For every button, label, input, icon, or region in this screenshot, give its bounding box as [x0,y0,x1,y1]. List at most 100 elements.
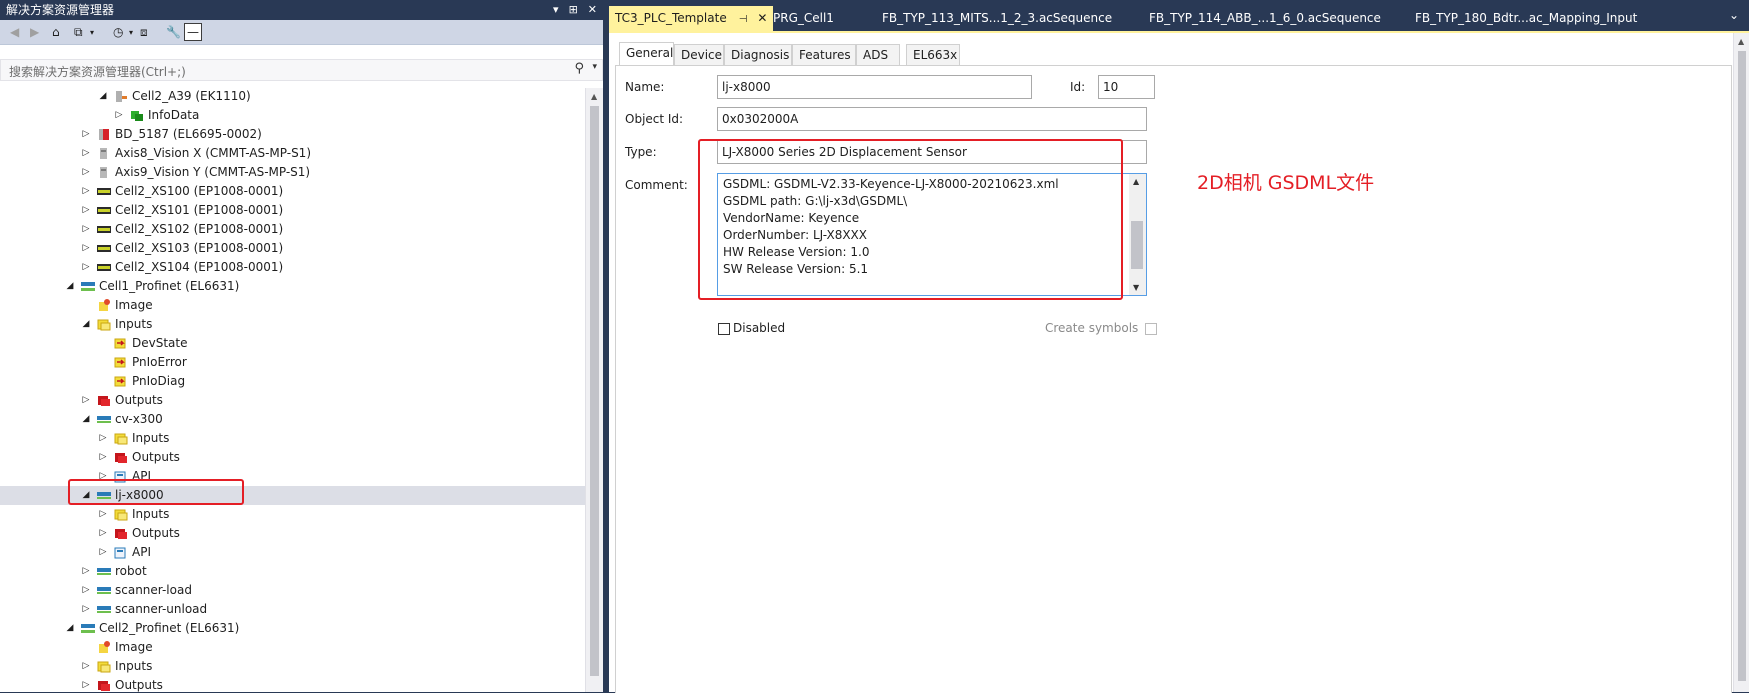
tree-item[interactable]: ▷ Inputs [0,505,585,524]
tree-item[interactable]: ▷ Inputs [0,429,585,448]
expand-arrow-icon[interactable]: ▷ [80,201,92,220]
close-icon[interactable]: ✕ [588,0,597,20]
tab-overflow-icon[interactable]: ⌄ [1729,8,1739,22]
tree-item[interactable]: ▷ Cell2_XS100 (EP1008-0001) [0,182,585,201]
tab-features[interactable]: Features [792,44,856,65]
editor-scrollbar[interactable]: ▲ [1733,33,1749,692]
tree-item[interactable]: ▷ Axis8_Vision X (CMMT-AS-MP-S1) [0,144,585,163]
chevron-down-icon[interactable]: ▾ [90,23,94,41]
expand-arrow-icon[interactable]: ▷ [80,657,92,676]
tree-item[interactable]: ▷ InfoData [0,106,585,125]
expand-arrow-icon[interactable]: ▷ [97,429,109,448]
scrollbar-thumb[interactable] [590,106,599,676]
collapse-arrow-icon[interactable]: ◢ [80,410,92,429]
collapse-arrow-icon[interactable]: ◢ [80,315,92,334]
tab-fb-typ-114[interactable]: FB_TYP_114_ABB_...1_6_0.acSequence [1149,6,1381,31]
scroll-up-icon[interactable]: ▲ [591,92,597,101]
tree-item[interactable]: ◢ Cell2_A39 (EK1110) [0,88,585,106]
forward-icon[interactable]: ▶ [30,23,39,41]
tree-item[interactable]: ▷ BD_5187 (EL6695-0002) [0,125,585,144]
tree-item[interactable]: ▷ Inputs [0,657,585,676]
id-field[interactable]: 10 [1098,75,1155,99]
tree-item[interactable]: ◢ Cell1_Profinet (EL6631) [0,277,585,296]
collapse-all-icon[interactable]: ⧈ [140,23,148,41]
object-id-field[interactable]: 0x0302000A [717,107,1147,131]
tree-item[interactable]: ▷ Axis9_Vision Y (CMMT-AS-MP-S1) [0,163,585,182]
tab-prg-cell1[interactable]: PRG_Cell1 [773,6,834,31]
scroll-down-icon[interactable]: ▼ [1133,283,1139,292]
tree-item[interactable]: ▷ Outputs [0,676,585,692]
tree-item[interactable]: ◢ cv-x300 [0,410,585,429]
tree-item[interactable]: ▷ scanner-load [0,581,585,600]
expand-arrow-icon[interactable]: ▷ [80,391,92,410]
chevron-down-icon[interactable]: ▾ [129,23,133,41]
tree-item[interactable]: ▷ Cell2_XS104 (EP1008-0001) [0,258,585,277]
tree-item[interactable]: ▷ robot [0,562,585,581]
tree-item[interactable]: ▷ Outputs [0,524,585,543]
tree-item[interactable]: ▷ API [0,543,585,562]
expand-arrow-icon[interactable]: ▷ [80,239,92,258]
properties-icon[interactable]: 🔧 [166,23,181,41]
chevron-down-icon[interactable]: ▾ [592,62,597,72]
tree-item[interactable]: DevState [0,334,585,353]
expand-arrow-icon[interactable]: ▷ [80,144,92,163]
tab-tc3-plc-template[interactable]: TC3_PLC_Template ⊣ ✕ [609,6,774,31]
tree-item[interactable]: ▷ Outputs [0,391,585,410]
create-symbols-checkbox[interactable] [1145,323,1157,335]
tree-item[interactable]: ▷ Outputs [0,448,585,467]
tab-device[interactable]: Device [674,44,724,65]
expand-arrow-icon[interactable]: ▷ [80,220,92,239]
expand-arrow-icon[interactable]: ▷ [97,505,109,524]
expand-arrow-icon[interactable]: ▷ [80,163,92,182]
pin-icon[interactable]: ⊞ [569,0,578,20]
search-box[interactable]: 搜索解决方案资源管理器(Ctrl+;) ⚲ ▾ [0,59,603,81]
tree-item[interactable]: ◢ Cell2_Profinet (EL6631) [0,619,585,638]
disabled-checkbox[interactable] [718,323,730,335]
expand-arrow-icon[interactable]: ▷ [97,524,109,543]
comment-scrollbar[interactable]: ▲ ▼ [1129,174,1146,295]
expand-arrow-icon[interactable]: ▷ [80,600,92,619]
switch-view-icon[interactable]: ⧉ [74,23,83,41]
collapse-arrow-icon[interactable]: ◢ [97,88,109,106]
tab-el663x[interactable]: EL663x [906,44,960,65]
expand-arrow-icon[interactable]: ▷ [113,106,125,125]
tree-item[interactable]: Image [0,296,585,315]
expand-arrow-icon[interactable]: ▷ [80,562,92,581]
tab-general[interactable]: General [619,42,674,66]
collapse-arrow-icon[interactable]: ◢ [64,277,76,296]
tab-fb-typ-113[interactable]: FB_TYP_113_MITS...1_2_3.acSequence [882,6,1112,31]
scrollbar-thumb[interactable] [1131,221,1143,269]
tab-ads[interactable]: ADS [856,44,900,65]
search-icon[interactable]: ⚲ [574,61,584,76]
preview-icon[interactable]: — [184,23,202,41]
tree-item[interactable]: ▷ scanner-unload [0,600,585,619]
expand-arrow-icon[interactable]: ▷ [97,543,109,562]
tab-fb-typ-180[interactable]: FB_TYP_180_Bdtr...ac_Mapping_Input [1415,6,1637,31]
window-position-icon[interactable]: ▾ [553,0,559,20]
collapse-arrow-icon[interactable]: ◢ [64,619,76,638]
name-field[interactable]: lj-x8000 [717,75,1032,99]
home-icon[interactable]: ⌂ [52,23,60,41]
scrollbar-thumb[interactable] [1738,51,1746,681]
pin-icon[interactable]: ⊣ [739,14,748,25]
back-icon[interactable]: ◀ [10,23,19,41]
tree-item[interactable]: PnIoDiag [0,372,585,391]
scroll-up-icon[interactable]: ▲ [1738,37,1744,46]
tree-item[interactable]: ◢ Inputs [0,315,585,334]
expand-arrow-icon[interactable]: ▷ [80,182,92,201]
expand-arrow-icon[interactable]: ▷ [97,448,109,467]
expand-arrow-icon[interactable]: ▷ [80,258,92,277]
tab-diagnosis[interactable]: Diagnosis [724,44,792,65]
expand-arrow-icon[interactable]: ▷ [80,581,92,600]
tree-item[interactable]: ▷ Cell2_XS103 (EP1008-0001) [0,239,585,258]
tree-item[interactable]: PnIoError [0,353,585,372]
expand-arrow-icon[interactable]: ▷ [80,676,92,692]
scroll-up-icon[interactable]: ▲ [1133,177,1139,186]
tree-item[interactable]: ▷ Cell2_XS102 (EP1008-0001) [0,220,585,239]
tree-scrollbar[interactable]: ▲ [585,88,604,692]
tree-item[interactable]: Image [0,638,585,657]
close-icon[interactable]: ✕ [757,11,767,25]
pending-changes-icon[interactable]: ◷ [113,23,123,41]
expand-arrow-icon[interactable]: ▷ [80,125,92,144]
tree-item[interactable]: ▷ Cell2_XS101 (EP1008-0001) [0,201,585,220]
